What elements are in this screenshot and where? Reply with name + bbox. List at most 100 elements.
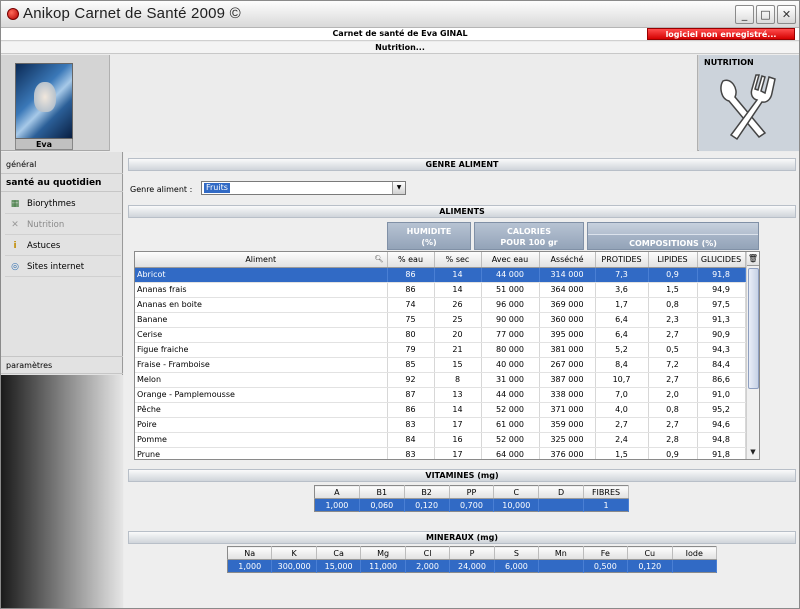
table-cell: 2,8 xyxy=(648,432,698,448)
table-row[interactable]: Fraise - Framboise 85 15 40 000 267 000 8,4 7,… xyxy=(135,357,746,373)
genre-label: Genre aliment : xyxy=(130,185,193,194)
table-cell: 83 xyxy=(387,417,435,433)
table-cell: 0,500 xyxy=(583,559,629,573)
table-cell: 61 000 xyxy=(481,417,540,433)
table-cell: 26 xyxy=(434,297,482,313)
sidebar-section-parametres[interactable]: paramètres xyxy=(1,356,123,374)
maximize-button[interactable]: □ xyxy=(756,5,775,24)
table-cell: 11,000 xyxy=(360,559,406,573)
table-cell: 96 000 xyxy=(481,297,540,313)
vertical-scrollbar[interactable]: 🗑︎ ▼ xyxy=(746,252,759,459)
table-cell: 314 000 xyxy=(539,267,596,283)
table-row[interactable]: Cerise 80 20 77 000 395 000 6,4 2,7 90,9 xyxy=(135,327,746,343)
table-cell: 52 000 xyxy=(481,432,540,448)
table-cell: 95,2 xyxy=(697,402,746,418)
table-cell: Figue fraiche xyxy=(135,342,388,358)
table-cell: 0,5 xyxy=(648,342,698,358)
table-row[interactable]: Poire 83 17 61 000 359 000 2,7 2,7 94,6 xyxy=(135,417,746,433)
sidebar-item-nutrition[interactable]: ✕ Nutrition xyxy=(5,215,121,235)
column-header[interactable]: Avec eau xyxy=(481,252,540,268)
table-cell: 25 xyxy=(434,312,482,328)
sidebar-item-label: Sites internet xyxy=(27,262,85,272)
table-cell: 80 xyxy=(387,327,435,343)
table-cell: 300,000 xyxy=(271,559,317,573)
minimize-button[interactable]: _ xyxy=(735,5,754,24)
sidebar-section-sante[interactable]: santé au quotidien xyxy=(1,174,123,192)
table-row[interactable]: Abricot 86 14 44 000 314 000 7,3 0,9 91,8 xyxy=(135,267,746,283)
column-header[interactable]: Asséché xyxy=(539,252,596,268)
table-cell: 7,0 xyxy=(595,387,649,403)
sidebar-item-astuces[interactable]: i Astuces xyxy=(5,236,121,256)
sidebar-item-sites-internet[interactable]: ◎ Sites internet xyxy=(5,257,121,277)
table-cell: 381 000 xyxy=(539,342,596,358)
genre-select[interactable]: Fruits ▼ xyxy=(201,181,406,195)
table-row[interactable]: Pomme 84 16 52 000 325 000 2,4 2,8 94,8 xyxy=(135,432,746,448)
table-cell: 1,7 xyxy=(595,297,649,313)
table-cell xyxy=(672,559,718,573)
table-row[interactable]: 1,000 0,060 0,120 0,700 10,000 1 xyxy=(314,498,629,512)
column-header[interactable]: Aliment 🔍︎ xyxy=(135,252,388,268)
column-header: A xyxy=(314,485,360,499)
column-header[interactable]: % sec xyxy=(434,252,482,268)
table-row[interactable]: Ananas frais 86 14 51 000 364 000 3,6 1,5 94,9 xyxy=(135,282,746,298)
table-row[interactable]: Ananas en boite 74 26 96 000 369 000 1,7 0,8 97… xyxy=(135,297,746,313)
aliments-section-title: ALIMENTS xyxy=(128,205,796,218)
avatar-name: Eva xyxy=(15,139,73,150)
info-icon: i xyxy=(13,241,17,251)
search-icon[interactable]: 🔍︎ xyxy=(375,255,384,263)
table-cell: 14 xyxy=(434,267,482,283)
table-cell: 94,8 xyxy=(697,432,746,448)
table-cell: 1 xyxy=(583,498,629,512)
table-cell: 359 000 xyxy=(539,417,596,433)
table-cell: 267 000 xyxy=(539,357,596,373)
table-row[interactable]: Orange - Pamplemousse 87 13 44 000 338 000 7,… xyxy=(135,387,746,403)
column-header: B1 xyxy=(359,485,405,499)
title-bar[interactable]: Anikop Carnet de Santé 2009 © _ □ ✕ xyxy=(1,1,799,28)
table-cell: 21 xyxy=(434,342,482,358)
table-row[interactable]: Pêche 86 14 52 000 371 000 4,0 0,8 95,2 xyxy=(135,402,746,418)
table-cell: 83 xyxy=(387,447,435,459)
table-cell: 2,7 xyxy=(648,327,698,343)
scrollbar-thumb[interactable] xyxy=(748,268,759,389)
table-cell: 90 000 xyxy=(481,312,540,328)
sidebar-section-general[interactable]: général xyxy=(1,156,123,174)
table-row[interactable]: 1,000 300,000 15,000 11,000 2,000 24,000 6,000… xyxy=(227,559,718,573)
table-cell: 2,000 xyxy=(405,559,451,573)
table-row[interactable]: Banane 75 25 90 000 360 000 6,4 2,3 91,3 xyxy=(135,312,746,328)
unregistered-banner[interactable]: logiciel non enregistré... xyxy=(647,28,795,40)
column-header: B2 xyxy=(404,485,450,499)
column-header: Cu xyxy=(627,546,673,560)
table-row[interactable]: Prune 83 17 64 000 376 000 1,5 0,9 91,8 xyxy=(135,447,746,459)
scroll-down-icon[interactable]: ▼ xyxy=(747,445,759,459)
sidebar-item-biorythmes[interactable]: ▦ Biorythmes xyxy=(5,194,121,214)
column-header[interactable]: PROTIDES xyxy=(595,252,649,268)
genre-section-title: GENRE ALIMENT xyxy=(128,158,796,171)
table-cell: 1,5 xyxy=(648,282,698,298)
table-cell: 86,6 xyxy=(697,372,746,388)
table-row[interactable]: Figue fraiche 79 21 80 000 381 000 5,2 0,5 94,3 xyxy=(135,342,746,358)
table-cell: 94,3 xyxy=(697,342,746,358)
aliments-table: Aliment 🔍︎ % eau % sec Avec eau Asséché P… xyxy=(134,251,760,460)
table-cell: 325 000 xyxy=(539,432,596,448)
close-button[interactable]: ✕ xyxy=(777,5,796,24)
table-cell: Banane xyxy=(135,312,388,328)
module-title: NUTRITION xyxy=(704,58,754,67)
table-cell: Cerise xyxy=(135,327,388,343)
table-cell: 387 000 xyxy=(539,372,596,388)
sidebar: général santé au quotidien ▦ Biorythmes … xyxy=(1,152,123,608)
table-cell: 17 xyxy=(434,417,482,433)
table-row[interactable]: Melon 92 8 31 000 387 000 10,7 2,7 86,6 xyxy=(135,372,746,388)
column-header[interactable]: % eau xyxy=(387,252,435,268)
trash-icon[interactable]: 🗑︎ xyxy=(747,252,759,266)
table-cell: 338 000 xyxy=(539,387,596,403)
chevron-down-icon[interactable]: ▼ xyxy=(392,182,405,194)
table-cell: 364 000 xyxy=(539,282,596,298)
table-cell: 2,3 xyxy=(648,312,698,328)
column-header[interactable]: LIPIDES xyxy=(648,252,698,268)
table-cell: 80 000 xyxy=(481,342,540,358)
table-cell: 2,4 xyxy=(595,432,649,448)
globe-icon: ◎ xyxy=(11,262,19,272)
window-title: Anikop Carnet de Santé 2009 © xyxy=(23,5,241,22)
module-box: NUTRITION xyxy=(699,55,799,151)
column-header[interactable]: GLUCIDES xyxy=(697,252,746,268)
